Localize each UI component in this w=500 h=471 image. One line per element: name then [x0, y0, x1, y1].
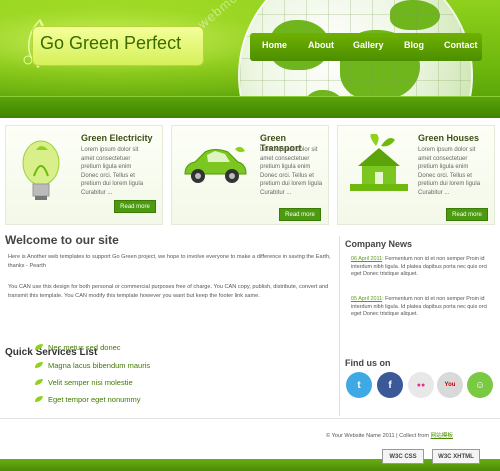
flickr-icon[interactable]: ●● [408, 372, 434, 398]
nav-about[interactable]: About [308, 40, 334, 50]
leaf-bullet-icon [35, 396, 43, 402]
column-divider [339, 236, 340, 416]
site-logo[interactable]: Go Green Perfect [40, 33, 181, 54]
twitter-icon[interactable]: t [346, 372, 372, 398]
youtube-icon[interactable]: You [437, 372, 463, 398]
feature-title: Green Electricity [81, 133, 153, 143]
feature-text: Lorem ipsum dolor sit amet consectetuer … [260, 147, 323, 196]
leaf-bullet-icon [35, 379, 43, 385]
news-date-link[interactable]: 05 April 2011 [351, 296, 382, 302]
footer-bar [0, 459, 500, 471]
w3c-css-badge[interactable]: W3C CSS [382, 449, 424, 464]
feature-text: Lorem ipsum dolor sit amet consectetuer … [418, 147, 481, 196]
facebook-icon[interactable]: f [377, 372, 403, 398]
welcome-paragraph: Here is Another web templates to support… [8, 254, 331, 269]
green-house-icon [350, 134, 408, 191]
find-us-title: Find us on [345, 358, 391, 368]
welcome-title: Welcome to our site [5, 233, 119, 247]
company-news-title: Company News [345, 239, 413, 249]
license-paragraph: You CAN use this design for both persona… [8, 284, 329, 299]
news-item: 05 April 2011: Fermentum non id et non s… [351, 296, 496, 319]
news-item: 06 April 2011: Fermentum non id et non s… [351, 256, 496, 279]
read-more-button[interactable]: Read more [114, 200, 156, 213]
nav-gallery[interactable]: Gallery [353, 40, 384, 50]
template-link[interactable]: 网站模板 [431, 433, 453, 439]
quick-service-item[interactable]: Velit semper nisi molestie [48, 378, 133, 387]
feature-text: Lorem ipsum dolor sit amet consectetuer … [81, 147, 144, 196]
read-more-button[interactable]: Read more [446, 208, 488, 221]
nav-contact[interactable]: Contact [444, 40, 478, 50]
quick-service-item[interactable]: Eget tempor eget nonummy [48, 395, 141, 404]
read-more-button[interactable]: Read more [279, 208, 321, 221]
copyright-text: © Your Website Name 2011 | Collect from … [326, 433, 453, 439]
header-banner: Go Green Perfect webmoban.net Home About… [0, 0, 500, 118]
feature-title: Green Houses [418, 133, 480, 143]
green-car-icon [184, 146, 247, 183]
feature-green-houses: Green Houses Lorem ipsum dolor sit amet … [337, 125, 495, 225]
feature-green-electricity: Green Electricity Lorem ipsum dolor sit … [5, 125, 163, 225]
leaf-bullet-icon [35, 362, 43, 368]
footer-divider [0, 418, 500, 419]
header-shelf [0, 96, 500, 118]
feature-green-transport: Green Transport Lorem ipsum dolor sit am… [171, 125, 329, 225]
lightbulb-icon [22, 140, 60, 200]
chat-icon[interactable]: ☺ [467, 372, 493, 398]
nav-blog[interactable]: Blog [404, 40, 424, 50]
quick-service-item[interactable]: Magna lacus bibendum mauris [48, 361, 150, 370]
quick-service-item[interactable]: Nec metus sed donec [48, 343, 121, 352]
news-date-link[interactable]: 06 April 2011 [351, 256, 382, 262]
w3c-xhtml-badge[interactable]: W3C XHTML [432, 449, 480, 464]
leaf-bullet-icon [35, 344, 43, 350]
nav-home[interactable]: Home [262, 40, 287, 50]
